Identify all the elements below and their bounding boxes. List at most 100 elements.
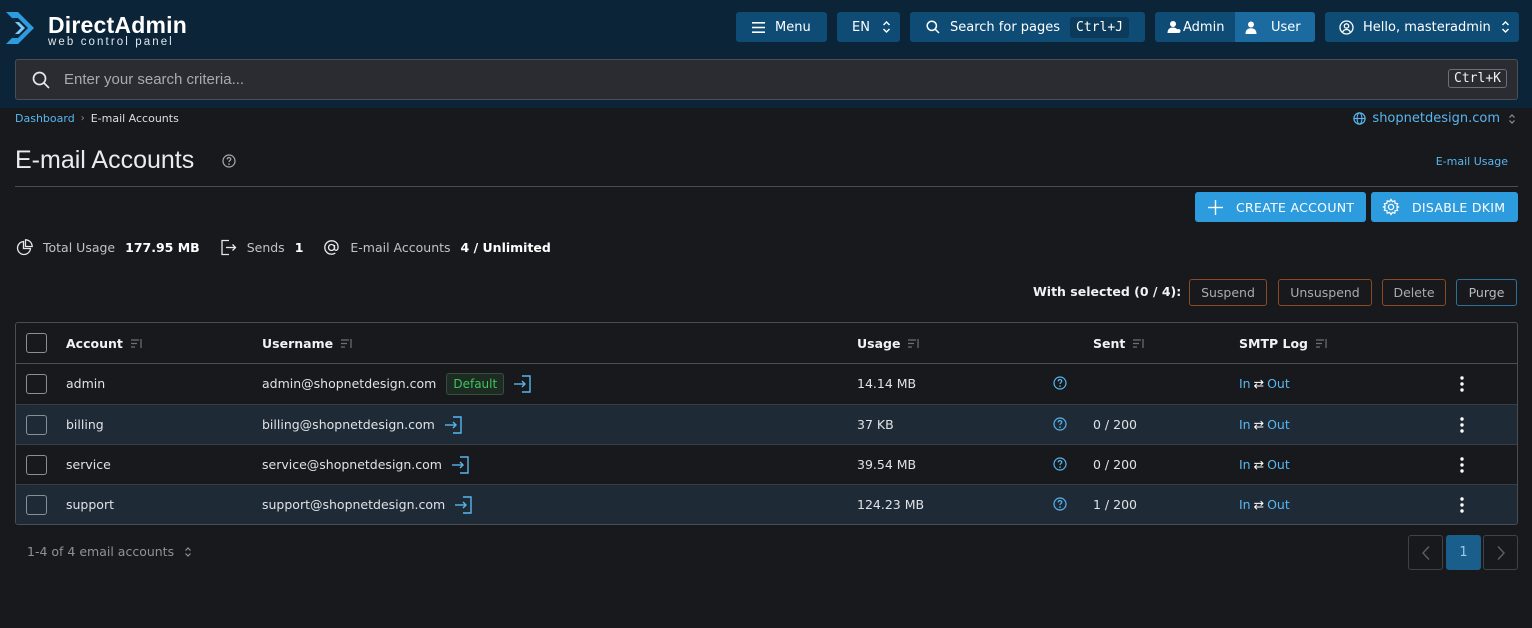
more-vertical-icon[interactable] [1456, 496, 1468, 514]
logo[interactable]: DirectAdmin web control panel [4, 6, 204, 48]
domain-selector[interactable]: shopnetdesign.com [1353, 111, 1516, 126]
title-divider [15, 186, 1518, 187]
purge-button[interactable]: Purge [1456, 279, 1517, 306]
help-icon[interactable] [1053, 376, 1067, 390]
logo-subtitle: web control panel [48, 36, 174, 48]
swap-icon: ⇄ [1253, 497, 1265, 512]
stat-usage-value: 177.95 MB [125, 239, 200, 255]
usage-value: 14.14 MB [857, 376, 917, 391]
login-icon[interactable] [512, 374, 532, 394]
delete-button[interactable]: Delete [1382, 279, 1446, 306]
language-select[interactable]: EN [837, 12, 900, 42]
logo-title: DirectAdmin [48, 12, 187, 38]
sort-icon [908, 339, 920, 348]
username-cell: support@shopnetdesign.com [262, 494, 473, 516]
page-search-button[interactable]: Search for pages Ctrl+J [910, 12, 1145, 42]
stats-bar: Total Usage 177.95 MB Sends 1 E-mail Acc… [16, 236, 571, 258]
smtp-out-link[interactable]: Out [1267, 417, 1290, 432]
smtp-out-link[interactable]: Out [1267, 376, 1290, 391]
column-account[interactable]: Account [66, 336, 143, 351]
user-circle-icon [1339, 19, 1354, 35]
role-admin-button[interactable]: Admin [1155, 12, 1235, 42]
smtp-out-link[interactable]: Out [1267, 457, 1290, 472]
swap-icon: ⇄ [1253, 417, 1265, 432]
row-checkbox[interactable] [26, 455, 47, 475]
language-label: EN [852, 19, 870, 35]
page-1-button[interactable]: 1 [1446, 535, 1481, 570]
swap-icon: ⇄ [1253, 457, 1265, 472]
column-smtp-log[interactable]: SMTP Log [1239, 336, 1328, 351]
column-usage-label: Usage [857, 336, 901, 351]
role-switch: Admin User [1155, 12, 1315, 42]
with-selected-label: With selected (0 / 4): [1033, 284, 1182, 299]
column-account-label: Account [66, 336, 123, 351]
column-username[interactable]: Username [262, 336, 353, 351]
row-checkbox[interactable] [26, 415, 47, 435]
smtp-in-link[interactable]: In [1239, 376, 1251, 391]
hamburger-icon [752, 21, 765, 33]
help-icon[interactable] [1053, 497, 1067, 511]
role-user-button[interactable]: User [1235, 12, 1315, 42]
plus-icon [1208, 199, 1223, 215]
smtp-in-link[interactable]: In [1239, 457, 1251, 472]
more-vertical-icon[interactable] [1456, 416, 1468, 434]
user-icon [1245, 21, 1257, 34]
smtp-in-link[interactable]: In [1239, 497, 1251, 512]
column-sent[interactable]: Sent [1093, 336, 1145, 351]
more-vertical-icon[interactable] [1456, 375, 1468, 393]
role-admin-label: Admin [1183, 19, 1225, 35]
previous-page-button[interactable] [1408, 535, 1443, 570]
usage-value: 37 KB [857, 417, 894, 432]
help-icon[interactable] [222, 154, 236, 168]
smtp-log-links: In ⇄ Out [1239, 376, 1290, 391]
smtp-log-links: In ⇄ Out [1239, 457, 1290, 472]
smtp-in-link[interactable]: In [1239, 417, 1251, 432]
account-name: service [66, 457, 111, 472]
global-search-input[interactable] [64, 71, 1364, 88]
select-all-checkbox[interactable] [26, 333, 47, 353]
email-usage-link[interactable]: E-mail Usage [1436, 155, 1508, 168]
stat-accounts-value: 4 / Unlimited [460, 239, 551, 255]
login-icon[interactable] [453, 495, 473, 515]
username-text: service@shopnetdesign.com [262, 457, 442, 472]
breadcrumb-separator-icon: › [80, 113, 85, 124]
menu-button[interactable]: Menu [736, 12, 827, 42]
breadcrumb: Dashboard › E-mail Accounts [15, 112, 179, 125]
global-search-bar: Ctrl+K [15, 59, 1518, 100]
table-row: service service@shopnetdesign.com 39.54 … [16, 444, 1517, 484]
stat-sends-value: 1 [294, 239, 304, 255]
more-vertical-icon[interactable] [1456, 456, 1468, 474]
disable-dkim-button[interactable]: DISABLE DKIM [1371, 192, 1518, 222]
column-usage[interactable]: Usage [857, 336, 920, 351]
sent-value: 0 / 200 [1093, 457, 1137, 472]
login-icon[interactable] [443, 415, 463, 435]
create-account-button[interactable]: CREATE ACCOUNT [1195, 192, 1366, 222]
account-name: admin [66, 376, 106, 391]
help-icon[interactable] [1053, 457, 1067, 471]
search-icon [926, 20, 940, 34]
usage-value: 39.54 MB [857, 457, 917, 472]
suspend-button[interactable]: Suspend [1189, 279, 1267, 306]
menu-label: Menu [775, 19, 811, 35]
unsuspend-button[interactable]: Unsuspend [1278, 279, 1372, 306]
search-icon [32, 71, 50, 89]
next-page-button[interactable] [1483, 535, 1518, 570]
breadcrumb-dashboard-link[interactable]: Dashboard [15, 112, 75, 125]
smtp-out-link[interactable]: Out [1267, 497, 1290, 512]
account-menu-button[interactable]: Hello, masteradmin [1325, 12, 1519, 42]
create-account-label: CREATE ACCOUNT [1236, 199, 1355, 215]
column-sent-label: Sent [1093, 336, 1126, 351]
role-user-label: User [1271, 19, 1301, 35]
user-cog-icon [1167, 21, 1181, 33]
smtp-log-links: In ⇄ Out [1239, 417, 1290, 432]
chevron-right-icon [1496, 545, 1505, 560]
row-checkbox[interactable] [26, 374, 47, 394]
row-checkbox[interactable] [26, 495, 47, 515]
pagination-summary[interactable]: 1-4 of 4 email accounts [27, 544, 192, 559]
top-bar: DirectAdmin web control panel Menu EN Se… [0, 0, 1532, 108]
sort-icon [1315, 339, 1327, 348]
help-icon[interactable] [1053, 417, 1067, 431]
login-icon[interactable] [450, 455, 470, 475]
sort-chevron-icon [883, 21, 890, 33]
username-cell: admin@shopnetdesign.com Default [262, 373, 532, 395]
